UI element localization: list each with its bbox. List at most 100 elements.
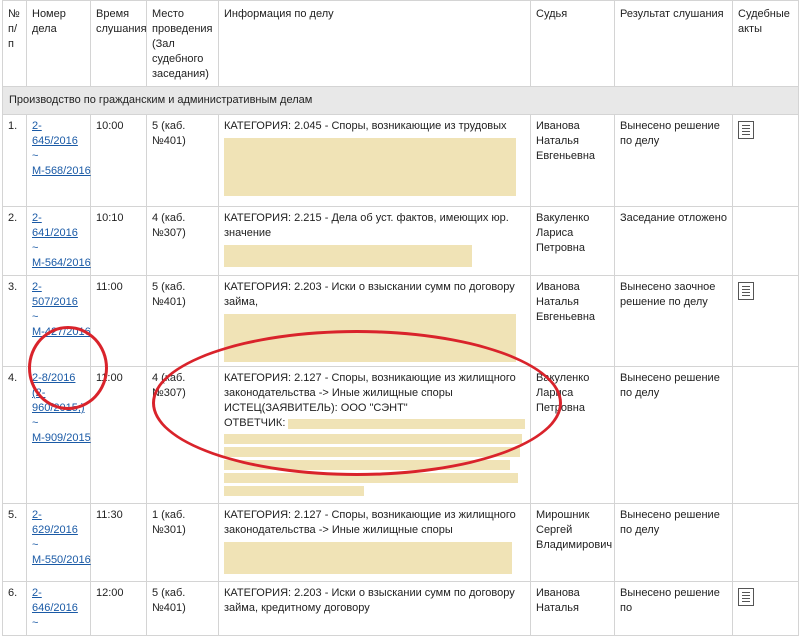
- table-row: 6. 2-646/2016 ~ 12:00 5 (каб. №401) КАТЕ…: [2, 581, 799, 636]
- time-cell: 10:10: [90, 206, 147, 276]
- result-cell: Вынесено решение по делу: [614, 366, 733, 504]
- col-header-result: Результат слушания: [614, 0, 733, 87]
- redacted-line: [224, 486, 364, 496]
- case-number-cell: 2-641/2016 ~ М-564/2016: [26, 206, 91, 276]
- judge-cell: Иванова Наталья: [530, 581, 615, 636]
- judge-cell: Иванова Наталья Евгеньевна: [530, 275, 615, 367]
- col-header-time: Время слушания: [90, 0, 147, 87]
- redacted-line: [224, 460, 510, 470]
- result-cell: Вынесено решение по делу: [614, 503, 733, 582]
- info-text: КАТЕГОРИЯ: 2.215 - Дела об уст. фактов, …: [224, 212, 509, 239]
- table-row: 5. 2-629/2016 ~ М-550/2016 11:30 1 (каб.…: [2, 503, 799, 582]
- case-link[interactable]: 2-629/2016: [32, 508, 85, 538]
- defendant-line: ОТВЕТЧИК:: [224, 416, 525, 431]
- col-header-info: Информация по делу: [218, 0, 531, 87]
- time-cell: 11:00: [90, 275, 147, 367]
- case-link[interactable]: 2-8/2016 (2-960/2015;): [32, 371, 85, 416]
- row-num: 6.: [2, 581, 27, 636]
- row-num: 2.: [2, 206, 27, 276]
- time-cell: 11:30: [90, 503, 147, 582]
- result-cell: Вынесено решение по делу: [614, 114, 733, 207]
- row-num: 5.: [2, 503, 27, 582]
- time-cell: 10:00: [90, 114, 147, 207]
- info-text: КАТЕГОРИЯ: 2.127 - Споры, возникающие из…: [224, 509, 516, 536]
- case-number-cell: 2-645/2016 ~ М-568/2016: [26, 114, 91, 207]
- table-row: 2. 2-641/2016 ~ М-564/2016 10:10 4 (каб.…: [2, 206, 799, 276]
- info-cell: КАТЕГОРИЯ: 2.127 - Споры, возникающие из…: [218, 503, 531, 582]
- redacted-block: [224, 314, 516, 362]
- acts-cell: [732, 503, 799, 582]
- document-icon[interactable]: [738, 588, 754, 606]
- info-cell: КАТЕГОРИЯ: 2.127 - Споры, возникающие из…: [218, 366, 531, 504]
- judge-cell: Мирошник Сергей Владимирович: [530, 503, 615, 582]
- info-text: КАТЕГОРИЯ: 2.203 - Иски о взыскании сумм…: [224, 281, 515, 308]
- info-cell: КАТЕГОРИЯ: 2.203 - Иски о взыскании сумм…: [218, 581, 531, 636]
- tilde: ~: [32, 417, 39, 429]
- redacted-block: [224, 542, 512, 574]
- result-cell: Заседание отложено: [614, 206, 733, 276]
- plaintiff-text: ИСТЕЦ(ЗАЯВИТЕЛЬ): ООО "СЭНТ": [224, 402, 408, 414]
- time-cell: 12:00: [90, 581, 147, 636]
- place-cell: 5 (каб. №401): [146, 114, 219, 207]
- case-link[interactable]: 2-641/2016: [32, 211, 85, 241]
- acts-cell: [732, 275, 799, 367]
- row-num: 1.: [2, 114, 27, 207]
- section-row: Производство по гражданским и администра…: [2, 86, 799, 115]
- tilde: ~: [32, 539, 39, 551]
- time-cell: 11:00: [90, 366, 147, 504]
- result-cell: Вынесено решение по: [614, 581, 733, 636]
- case-number-cell: 2-646/2016 ~: [26, 581, 91, 636]
- case-number-cell: 2-8/2016 (2-960/2015;) ~ М-909/2015: [26, 366, 91, 504]
- redacted-line: [224, 473, 518, 483]
- tilde: ~: [32, 242, 39, 254]
- col-header-case: Номер дела: [26, 0, 91, 87]
- place-cell: 4 (каб. №307): [146, 206, 219, 276]
- info-cell: КАТЕГОРИЯ: 2.215 - Дела об уст. фактов, …: [218, 206, 531, 276]
- col-header-place: Место проведения (Зал судебного заседани…: [146, 0, 219, 87]
- redacted-block: [224, 138, 516, 196]
- place-cell: 5 (каб. №401): [146, 275, 219, 367]
- document-icon[interactable]: [738, 121, 754, 139]
- case-link[interactable]: 2-646/2016: [32, 586, 85, 616]
- material-link[interactable]: М-909/2015: [32, 431, 91, 446]
- place-cell: 4 (каб. №307): [146, 366, 219, 504]
- info-cell: КАТЕГОРИЯ: 2.045 - Споры, возникающие из…: [218, 114, 531, 207]
- redacted-block: [224, 245, 472, 267]
- redacted-line: [288, 418, 525, 429]
- table-row: 3. 2-507/2016 ~ М-427/2016 11:00 5 (каб.…: [2, 275, 799, 367]
- tilde: ~: [32, 617, 39, 629]
- acts-cell: [732, 581, 799, 636]
- col-header-judge: Судья: [530, 0, 615, 87]
- info-cell: КАТЕГОРИЯ: 2.203 - Иски о взыскании сумм…: [218, 275, 531, 367]
- place-cell: 5 (каб. №401): [146, 581, 219, 636]
- material-link[interactable]: М-550/2016: [32, 553, 91, 568]
- judge-cell: Вакуленко Лариса Петровна: [530, 206, 615, 276]
- redacted-line: [224, 434, 522, 444]
- acts-cell: [732, 114, 799, 207]
- material-link[interactable]: М-427/2016: [32, 325, 91, 340]
- header-row: № п/п Номер дела Время слушания Место пр…: [2, 0, 799, 87]
- hearings-table: № п/п Номер дела Время слушания Место пр…: [2, 0, 799, 636]
- tilde: ~: [32, 150, 39, 162]
- judge-cell: Вакуленко Лариса Петровна: [530, 366, 615, 504]
- table-row: 1. 2-645/2016 ~ М-568/2016 10:00 5 (каб.…: [2, 114, 799, 207]
- acts-cell: [732, 206, 799, 276]
- document-icon[interactable]: [738, 282, 754, 300]
- material-link[interactable]: М-568/2016: [32, 164, 91, 179]
- material-link[interactable]: М-564/2016: [32, 256, 91, 271]
- col-header-num: № п/п: [2, 0, 27, 87]
- info-text: КАТЕГОРИЯ: 2.045 - Споры, возникающие из…: [224, 120, 507, 132]
- info-text: КАТЕГОРИЯ: 2.127 - Споры, возникающие из…: [224, 372, 516, 399]
- redacted-line: [224, 447, 520, 457]
- defendant-label: ОТВЕТЧИК:: [224, 417, 286, 429]
- section-title: Производство по гражданским и администра…: [2, 86, 799, 115]
- row-num: 3.: [2, 275, 27, 367]
- case-number-cell: 2-629/2016 ~ М-550/2016: [26, 503, 91, 582]
- case-link[interactable]: 2-507/2016: [32, 280, 85, 310]
- table-row: 4. 2-8/2016 (2-960/2015;) ~ М-909/2015 1…: [2, 366, 799, 504]
- place-cell: 1 (каб. №301): [146, 503, 219, 582]
- case-number-cell: 2-507/2016 ~ М-427/2016: [26, 275, 91, 367]
- tilde: ~: [32, 311, 39, 323]
- case-link[interactable]: 2-645/2016: [32, 119, 85, 149]
- acts-cell: [732, 366, 799, 504]
